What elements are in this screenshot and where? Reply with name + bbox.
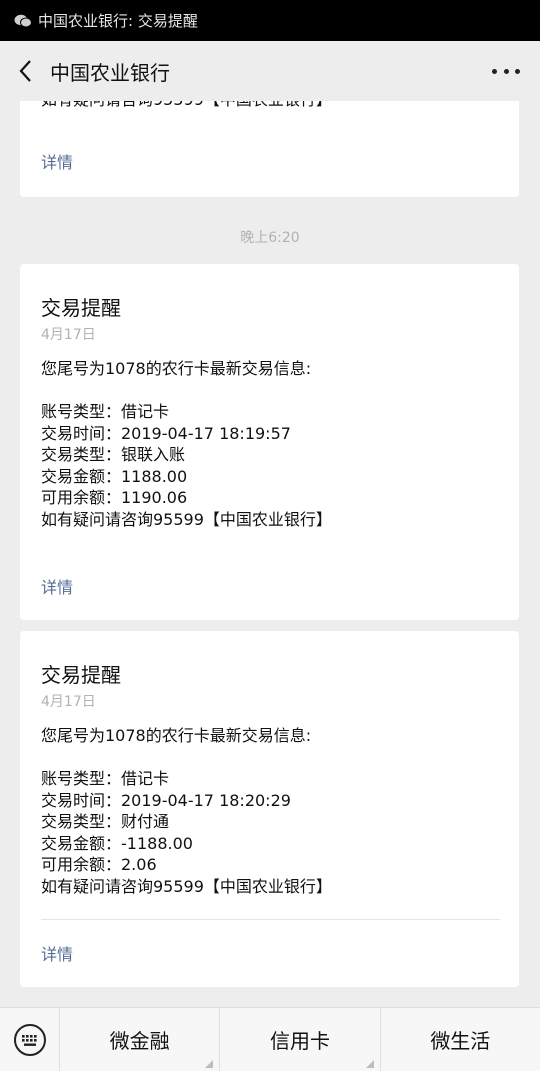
message-title: 交易提醒 <box>41 663 121 687</box>
detail-link[interactable]: 详情 <box>41 941 73 965</box>
more-button[interactable] <box>492 59 520 83</box>
message-text: 如有疑问请咨询95599【中国农业银行】 <box>41 101 332 111</box>
status-bar: 中国农业银行: 交易提醒 <box>0 0 540 41</box>
message-line: 交易时间：2019-04-17 18:19:57 <box>41 423 291 443</box>
message-date: 4月17日 <box>41 327 96 343</box>
menu-item-label: 信用卡 <box>269 1029 330 1053</box>
detail-link[interactable]: 详情 <box>41 574 73 598</box>
message-intro: 您尾号为1078的农行卡最新交易信息: <box>41 726 312 745</box>
menu-item-xinyongka[interactable]: 信用卡 <box>220 1007 381 1071</box>
message-card: 交易提醒 4月17日 您尾号为1078的农行卡最新交易信息: 账号类型：借记卡 … <box>20 631 519 987</box>
message-line: 交易金额：1188.00 <box>41 466 188 486</box>
nav-bar: 中国农业银行 <box>0 41 540 101</box>
submenu-indicator-icon <box>365 1059 374 1068</box>
page-title: 中国农业银行 <box>50 60 170 85</box>
detail-link[interactable]: 详情 <box>41 149 73 173</box>
message-line: 如有疑问请咨询95599【中国农业银行】 <box>41 509 332 529</box>
chevron-left-icon <box>19 60 31 82</box>
message-card: 交易提醒 4月17日 您尾号为1078的农行卡最新交易信息: 账号类型：借记卡 … <box>20 264 519 620</box>
message-date: 4月17日 <box>41 694 96 710</box>
message-line: 交易时间：2019-04-17 18:20:29 <box>41 790 291 810</box>
message-line: 可用余额：2.06 <box>41 855 157 874</box>
menu-item-wei-shenghuo[interactable]: 微生活 <box>381 1008 540 1071</box>
status-bar-title: 中国农业银行: 交易提醒 <box>38 12 198 30</box>
back-button[interactable] <box>0 41 50 101</box>
message-card: 如有疑问请咨询95599【中国农业银行】 详情 <box>20 101 519 197</box>
more-dot-icon <box>503 68 509 74</box>
message-intro: 您尾号为1078的农行卡最新交易信息: <box>41 359 312 378</box>
message-list[interactable]: 如有疑问请咨询95599【中国农业银行】 详情 晚上6:20 交易提醒 4月17… <box>0 101 540 1007</box>
menu-item-label: 微生活 <box>430 1029 491 1053</box>
message-timestamp: 晚上6:20 <box>240 230 300 246</box>
message-line: 可用余额：1190.06 <box>41 488 188 507</box>
more-dot-icon <box>515 68 520 74</box>
menu-item-label: 微金融 <box>109 1029 170 1053</box>
keyboard-toggle-button[interactable] <box>0 1007 60 1071</box>
submenu-indicator-icon <box>205 1059 214 1068</box>
card-divider <box>41 919 500 920</box>
bottom-menu: 微金融 信用卡 微生活 <box>0 1007 540 1071</box>
more-dot-icon <box>492 68 497 74</box>
wechat-icon <box>14 14 32 27</box>
message-title: 交易提醒 <box>41 296 121 320</box>
message-line: 交易类型：财付通 <box>41 812 170 831</box>
message-line: 交易类型：银联入账 <box>41 445 186 464</box>
message-line: 账号类型：借记卡 <box>41 769 170 788</box>
message-line: 账号类型：借记卡 <box>41 402 170 421</box>
message-line: 交易金额：-1188.00 <box>41 833 193 853</box>
menu-item-wei-jinrong[interactable]: 微金融 <box>60 1007 221 1071</box>
keyboard-icon <box>13 1023 46 1056</box>
message-line: 如有疑问请咨询95599【中国农业银行】 <box>41 876 332 896</box>
